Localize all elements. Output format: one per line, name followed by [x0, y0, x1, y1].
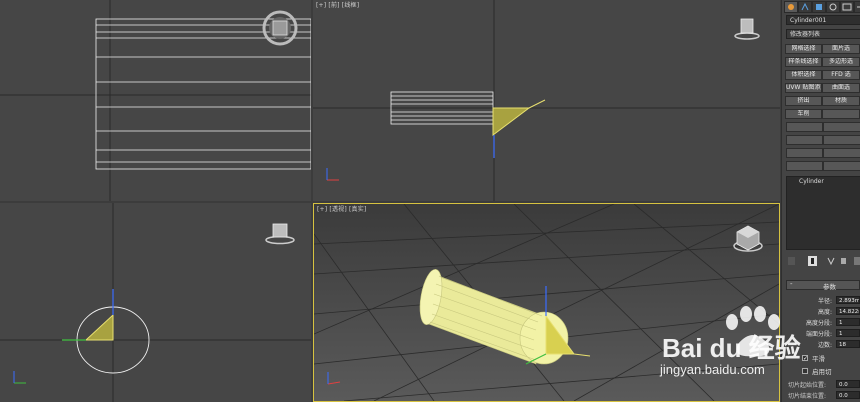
viewcube-left — [265, 223, 295, 245]
cylinder-top-wireframe — [95, 18, 311, 170]
show-end-result-icon — [808, 256, 817, 266]
viewport-left-canvas — [0, 203, 311, 402]
create-tab-icon[interactable] — [784, 1, 798, 13]
transform-gizmo-left — [62, 289, 114, 341]
modifier-button[interactable] — [822, 109, 860, 119]
empty-slot[interactable] — [823, 161, 860, 171]
configure-icon — [854, 257, 860, 265]
motion-tab-icon[interactable] — [826, 1, 840, 13]
param-value-field[interactable]: 14.822m — [836, 307, 860, 315]
modifier-button[interactable]: 车削 — [785, 109, 822, 119]
modifier-button[interactable]: 样条线选择 — [785, 57, 822, 67]
stack-toolbar — [786, 252, 860, 266]
axis-tripod-front — [326, 168, 339, 181]
param-value-field[interactable]: 1 — [836, 318, 860, 326]
param-label: 高度分段: — [805, 320, 832, 327]
transform-gizmo-front — [492, 99, 546, 158]
viewport-top-canvas — [0, 0, 311, 201]
modifier-button[interactable]: 挤出 — [785, 96, 822, 106]
axis-tripod-left — [13, 371, 26, 384]
viewcube-top — [262, 10, 298, 46]
viewport-front-canvas — [313, 0, 780, 201]
modifier-list-dropdown[interactable]: 修改器列表 — [786, 29, 860, 39]
make-unique-icon — [827, 257, 835, 266]
modifier-button[interactable]: 多边形选 — [822, 57, 860, 67]
viewcube-front — [734, 18, 760, 40]
baidu-brand-text: Bai du 经验 — [662, 333, 801, 363]
modifier-button[interactable]: 材质 — [822, 96, 860, 106]
param-value-field[interactable]: 1 — [836, 329, 860, 337]
param-label: 半径: — [817, 298, 832, 305]
hierarchy-tab-icon[interactable] — [812, 1, 826, 13]
modifier-button[interactable]: 体积选择 — [785, 70, 822, 80]
modifier-button[interactable]: 网格选择 — [785, 44, 822, 54]
param-label: 高度: — [817, 309, 832, 316]
baidu-url-text: jingyan.baidu.com — [660, 362, 765, 377]
modifier-stack[interactable]: Cylinder — [786, 176, 860, 250]
pin-stack-icon — [788, 257, 795, 265]
collapse-icon: - — [790, 280, 793, 288]
rollout-title: 参数 — [823, 283, 836, 291]
empty-slot[interactable] — [786, 148, 823, 158]
viewport-front-label[interactable]: [+] [前] [线框] — [316, 0, 359, 9]
empty-slot[interactable] — [786, 135, 823, 145]
param-label: 边数: — [817, 342, 832, 349]
viewport-front[interactable]: [+] [前] [线框] — [313, 0, 780, 201]
empty-slot[interactable] — [786, 161, 823, 171]
remove-modifier-icon — [841, 258, 846, 264]
modifier-button[interactable]: 面片选 — [822, 44, 860, 54]
viewport-top[interactable] — [0, 0, 311, 201]
stack-item-cylinder[interactable]: Cylinder — [799, 178, 824, 185]
empty-slot[interactable] — [823, 135, 860, 145]
modifier-button[interactable]: UVW 贴图添加 — [785, 83, 822, 93]
param-value-field[interactable]: 2.893m — [836, 296, 860, 304]
modify-tab-icon[interactable] — [798, 1, 812, 13]
display-tab-icon[interactable] — [840, 1, 854, 13]
modifier-button[interactable]: FFD 选 — [822, 70, 860, 80]
empty-slot[interactable] — [823, 122, 860, 132]
empty-slot[interactable] — [823, 148, 860, 158]
viewport-perspective-label[interactable]: [+] [透视] [真实] — [317, 204, 367, 213]
viewport-left[interactable] — [0, 203, 311, 402]
cylinder-3d — [419, 269, 569, 365]
params-rollout-header[interactable]: - 参数 — [786, 280, 860, 291]
modifier-button[interactable]: 曲面选 — [822, 83, 860, 93]
param-label: 端面分段: — [805, 331, 832, 338]
object-name-field[interactable]: Cylinder001 — [786, 15, 860, 25]
viewcube-perspective — [733, 225, 763, 252]
empty-slot[interactable] — [786, 122, 823, 132]
param-value-field[interactable]: 18 — [836, 340, 860, 348]
utilities-tab-icon[interactable] — [854, 1, 860, 13]
axis-tripod-perspective — [327, 372, 341, 385]
